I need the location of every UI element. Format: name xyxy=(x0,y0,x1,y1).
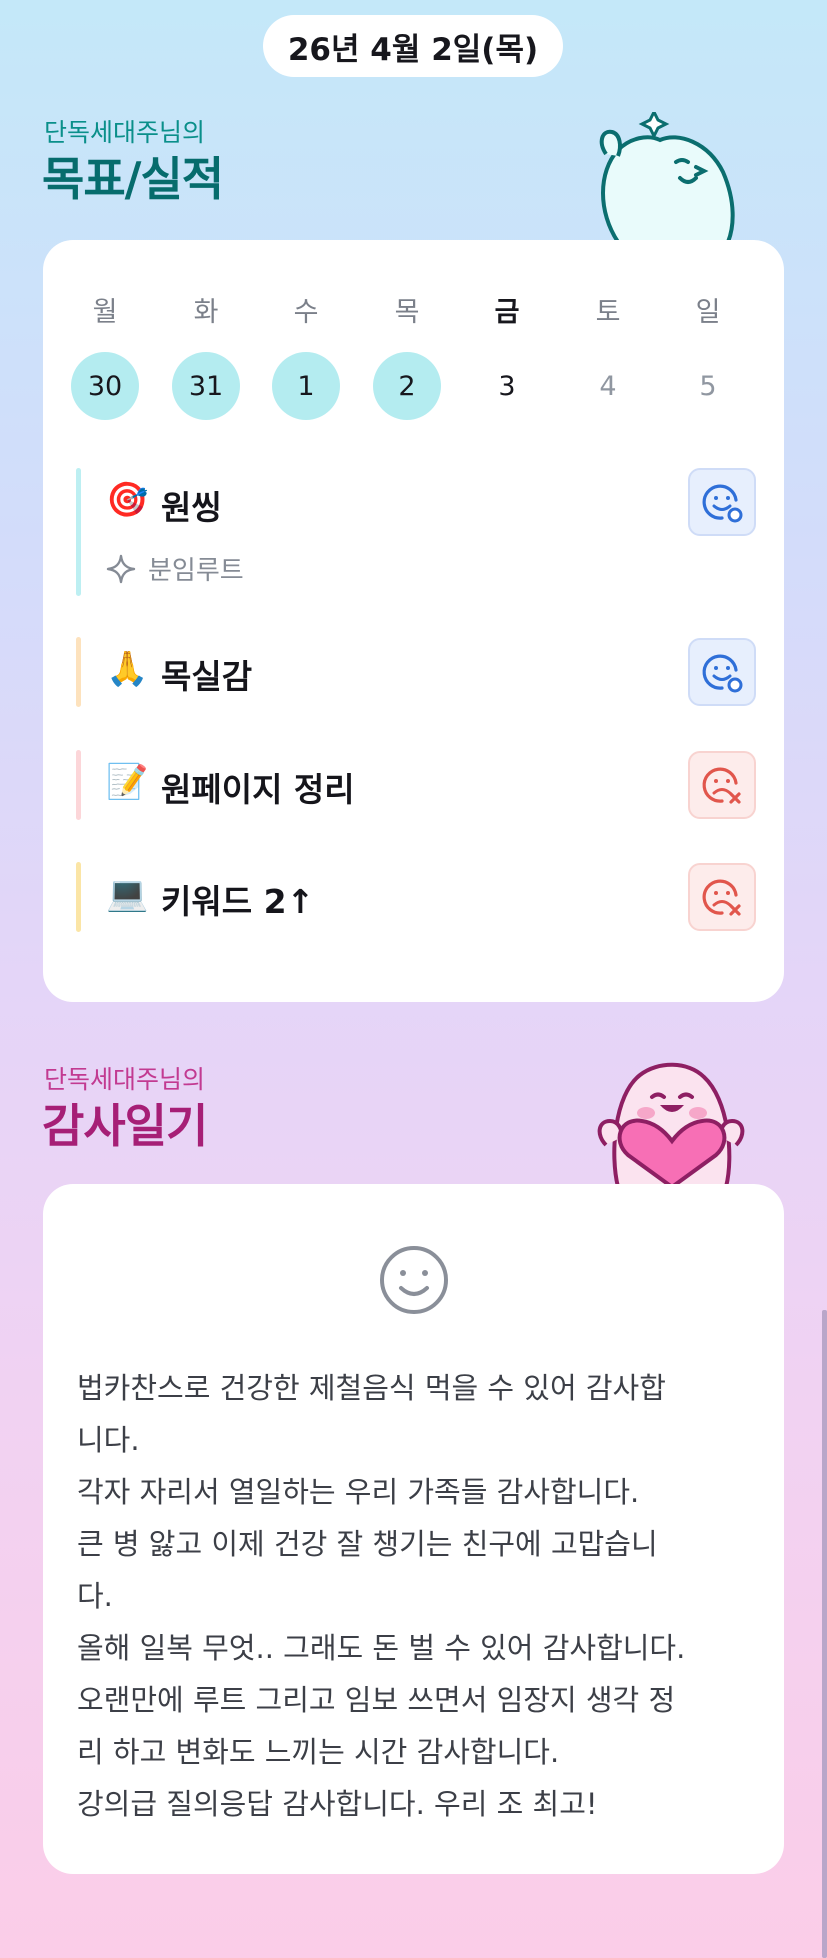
status-success-button[interactable] xyxy=(688,468,756,536)
goal-card: 월 30 화 31 수 1 목 2 금 3 토 4 일 5 🎯 원씽 분임루트 … xyxy=(43,240,784,1002)
goal-color-bar xyxy=(76,637,81,707)
goal-row[interactable]: 🙏 목실감 xyxy=(76,637,756,707)
goal-title: 목실감 xyxy=(161,657,253,696)
goal-color-bar xyxy=(76,468,81,596)
smile-check-icon xyxy=(702,654,743,693)
goals-section-title: 목표/실적 xyxy=(42,152,224,206)
goal-title: 원씽 xyxy=(161,488,222,527)
goal-title: 키워드 2↑ xyxy=(161,882,315,921)
day-number[interactable]: 2 xyxy=(373,352,441,420)
memo-icon: 📝 xyxy=(106,762,149,802)
status-success-button[interactable] xyxy=(688,638,756,706)
day-number[interactable]: 3 xyxy=(473,352,541,420)
day-name: 화 xyxy=(193,297,219,328)
diary-section-title: 감사일기 xyxy=(42,1099,208,1153)
diary-card: 법카찬스로 건강한 제철음식 먹을 수 있어 감사합 니다. 각자 자리서 열일… xyxy=(43,1184,784,1874)
day-name: 일 xyxy=(695,297,721,328)
laptop-icon: 💻 xyxy=(106,874,149,914)
smile-check-icon xyxy=(702,484,743,523)
goal-title: 원페이지 정리 xyxy=(161,770,355,809)
goal-color-bar xyxy=(76,750,81,820)
day-name: 월 xyxy=(92,297,118,328)
day-name: 금 xyxy=(494,297,520,328)
goal-subtask-label: 분임루트 xyxy=(148,556,244,586)
mascot-heart-icon xyxy=(597,1062,745,1187)
status-fail-button[interactable] xyxy=(688,863,756,931)
target-icon: 🎯 xyxy=(106,480,149,520)
goal-subtask: 분임루트 xyxy=(106,550,244,587)
pray-icon: 🙏 xyxy=(106,649,149,689)
day-number[interactable]: 31 xyxy=(172,352,240,420)
goal-color-bar xyxy=(76,862,81,932)
day-name: 토 xyxy=(595,297,621,328)
day-number[interactable]: 30 xyxy=(71,352,139,420)
day-number[interactable]: 5 xyxy=(674,352,742,420)
date-header[interactable]: 26년 4월 2일(목) xyxy=(263,15,563,77)
mascot-teal-icon xyxy=(599,112,735,242)
goal-row[interactable]: 📝 원페이지 정리 xyxy=(76,750,756,820)
day-name: 목 xyxy=(394,297,420,328)
status-fail-button[interactable] xyxy=(688,751,756,819)
frown-x-icon xyxy=(702,767,741,804)
smile-icon xyxy=(380,1246,448,1314)
frown-x-icon xyxy=(702,879,741,916)
day-name: 수 xyxy=(293,297,319,328)
day-number[interactable]: 1 xyxy=(272,352,340,420)
goal-row[interactable]: 💻 키워드 2↑ xyxy=(76,862,756,932)
goal-row[interactable]: 🎯 원씽 분임루트 xyxy=(76,468,756,596)
week-calendar: 월 30 화 31 수 1 목 2 금 3 토 4 일 5 xyxy=(43,240,784,440)
scrollbar[interactable] xyxy=(822,1310,827,1958)
diary-text[interactable]: 법카찬스로 건강한 제철음식 먹을 수 있어 감사합 니다. 각자 자리서 열일… xyxy=(77,1362,757,1830)
sparkle-icon xyxy=(106,554,136,583)
day-number[interactable]: 4 xyxy=(574,352,642,420)
